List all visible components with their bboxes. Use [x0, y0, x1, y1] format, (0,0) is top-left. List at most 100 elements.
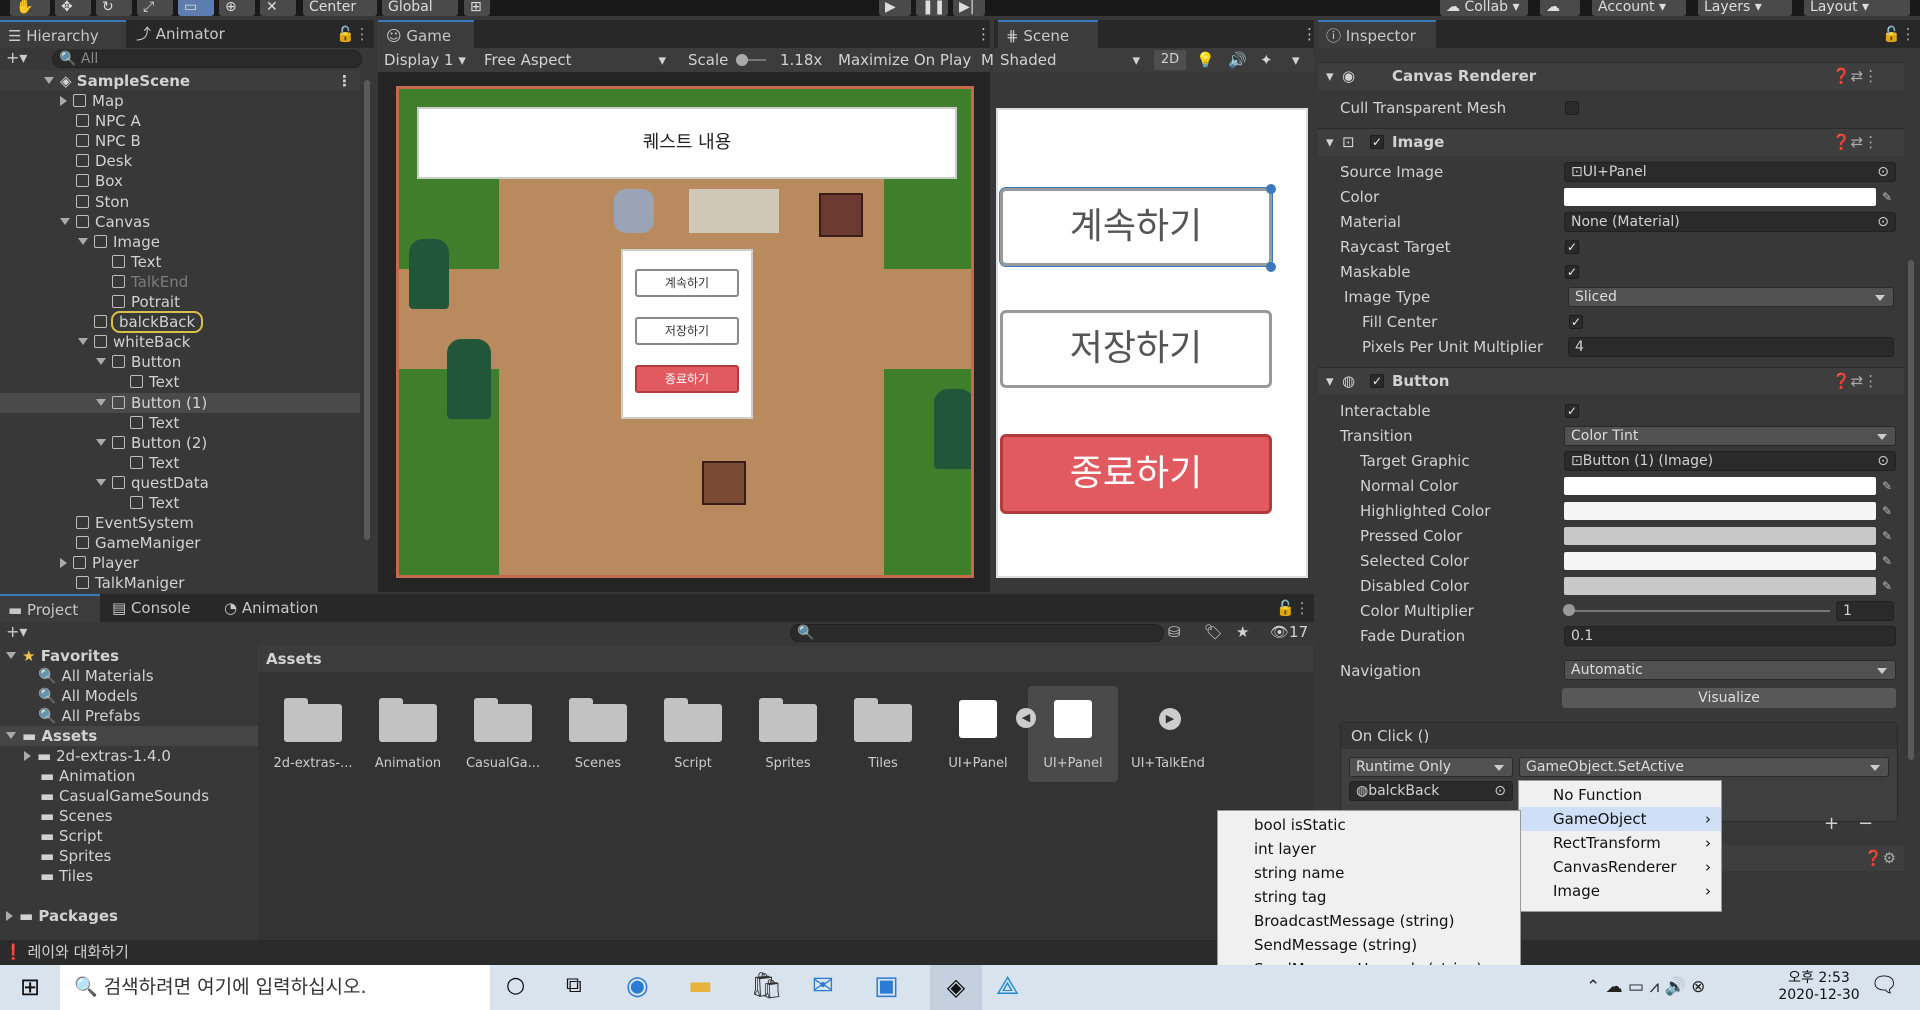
add-object-button[interactable]: +▾ — [6, 48, 36, 68]
function-menu-item[interactable]: string tag — [1218, 885, 1520, 909]
inspector-scrollbar[interactable] — [1908, 260, 1914, 760]
maximize-on-play-toggle[interactable]: Maximize On Play — [838, 50, 971, 70]
canvas-renderer-header[interactable]: ▾ ◉ Canvas Renderer ❓⇄⋮ — [1318, 62, 1904, 90]
cull-checkbox[interactable] — [1565, 101, 1579, 115]
save-button[interactable]: 저장하기 — [635, 317, 739, 345]
step-button[interactable]: ▶| — [953, 0, 985, 16]
effects-icon[interactable]: ✦ — [1260, 50, 1273, 70]
scene-viewport[interactable]: 계속하기 저장하기 종료하기 — [996, 108, 1308, 578]
assets-folder[interactable]: ▬ Assets — [0, 726, 258, 746]
audio-icon[interactable]: 🔊 — [1228, 50, 1247, 70]
type-menu-item[interactable]: GameObject › — [1519, 807, 1721, 831]
tab-hierarchy[interactable]: ☰ Hierarchy — [0, 20, 126, 48]
raycast-checkbox[interactable]: ✓ — [1565, 240, 1579, 254]
hierarchy-item[interactable]: whiteBack — [0, 332, 360, 352]
asset-item[interactable]: ▶ UI+TalkEnd — [1123, 686, 1213, 782]
foldout-arrow-icon[interactable] — [60, 558, 67, 569]
component-help-icon[interactable]: ❓⇄⋮ — [1832, 371, 1878, 391]
tab-animation[interactable]: ◔ Animation — [216, 594, 346, 622]
hierarchy-item[interactable]: TalkManiger — [0, 573, 360, 593]
visualize-button[interactable]: Visualize — [1562, 688, 1896, 708]
asset-item[interactable]: 2d-extras-... — [268, 686, 358, 782]
transition-dropdown[interactable]: Color Tint — [1564, 426, 1896, 446]
function-menu-item[interactable]: SendMessage (string) — [1218, 933, 1520, 957]
favorites-folder[interactable]: ★ Favorites — [6, 646, 119, 666]
rect-tool-icon[interactable]: ▭ — [178, 0, 214, 16]
scene-save-button[interactable]: 저장하기 — [1000, 310, 1272, 388]
eyedropper-icon[interactable]: ✎ — [1882, 555, 1894, 567]
game-viewport[interactable]: 퀘스트 내용 계속하기 저장하기 종료하기 — [396, 86, 974, 578]
eyedropper-icon[interactable]: ✎ — [1882, 530, 1894, 542]
highlighted-color-swatch[interactable] — [1564, 502, 1876, 520]
mute-toggle[interactable]: M — [981, 50, 994, 70]
quit-button[interactable]: 종료하기 — [635, 365, 739, 393]
function-menu-item[interactable]: int layer — [1218, 837, 1520, 861]
project-lock-icon[interactable]: 🔓⋮ — [1268, 594, 1312, 622]
taskbar-search[interactable]: 🔍 검색하려면 여기에 입력하십시오. — [60, 965, 490, 1010]
asset-item[interactable]: UI+Panel — [1028, 686, 1118, 782]
inspector-lock-icon[interactable]: 🔓⋮ — [1874, 20, 1918, 48]
scale-tool-icon[interactable]: ⤢ — [137, 0, 173, 16]
function-menu-item[interactable]: bool isStatic — [1218, 813, 1520, 837]
button-enabled-checkbox[interactable]: ✓ — [1370, 374, 1384, 388]
color-swatch[interactable] — [1564, 188, 1876, 206]
scene-options-icon[interactable]: ▾ — [1292, 50, 1300, 70]
asset-folder-item[interactable]: ▬ Scenes — [40, 806, 113, 826]
asset-item[interactable]: Animation — [363, 686, 453, 782]
pivot-global-button[interactable]: Global — [382, 0, 458, 16]
create-asset-button[interactable]: +▾ — [6, 622, 36, 642]
lock-icon[interactable]: 🔓⋮ — [328, 20, 370, 48]
scene-root[interactable]: ◈ SampleScene ⋮ — [0, 71, 360, 91]
asset-item[interactable]: Sprites — [743, 686, 833, 782]
pause-button[interactable]: ❚❚ — [916, 0, 948, 16]
filter-type-icon[interactable]: ⛁ — [1168, 622, 1181, 642]
function-dropdown[interactable]: GameObject.SetActive — [1519, 757, 1889, 777]
hierarchy-item[interactable]: Text — [0, 413, 360, 433]
unity-icon[interactable]: ◈ — [930, 965, 982, 1010]
photos-icon[interactable]: ▣ — [874, 971, 899, 1001]
asset-folder-item[interactable]: ▬ CasualGameSounds — [40, 786, 209, 806]
favorite-item[interactable]: 🔍 All Models — [38, 686, 138, 706]
hidden-count[interactable]: 👁17 — [1270, 622, 1308, 642]
image-header[interactable]: ▾ ⊡ ✓ Image ❓⇄⋮ — [1318, 128, 1904, 156]
filter-label-icon[interactable]: 🏷 — [1204, 622, 1223, 642]
hierarchy-item[interactable]: questData — [0, 473, 360, 493]
tab-game[interactable]: ☺ Game — [378, 20, 474, 48]
asset-folder-item[interactable]: ▬ Animation — [40, 766, 135, 786]
hierarchy-item[interactable]: Text — [0, 372, 360, 392]
hierarchy-item[interactable]: Potrait — [0, 292, 360, 312]
transform-tool-icon[interactable]: ⊕ — [219, 0, 255, 16]
vscode-icon[interactable]: ⟁ — [996, 971, 1019, 1002]
disabled-color-swatch[interactable] — [1564, 577, 1876, 595]
custom-tool-icon[interactable]: ✕ — [260, 0, 296, 16]
scene-menu-icon[interactable]: ⋮ — [1294, 20, 1317, 48]
scene-continue-button[interactable]: 계속하기 — [1000, 188, 1272, 266]
windows-start-icon[interactable]: ⊞ — [10, 973, 50, 1003]
fade-duration-field[interactable]: 0.1 — [1564, 626, 1896, 646]
type-menu-item[interactable]: No Function — [1519, 783, 1721, 807]
tab-scene[interactable]: ⋕ Scene — [998, 20, 1098, 48]
continue-button[interactable]: 계속하기 — [635, 269, 739, 297]
hierarchy-item[interactable]: Text — [0, 453, 360, 473]
hierarchy-item[interactable]: Ston — [0, 192, 360, 212]
source-image-field[interactable]: ⊡UI+Panel ⊙ — [1564, 162, 1896, 182]
hierarchy-item[interactable]: NPC B — [0, 131, 360, 151]
add-listener-button[interactable]: + — [1824, 814, 1839, 834]
asset-item[interactable]: Tiles — [838, 686, 928, 782]
color-multiplier-field[interactable]: 1 — [1836, 601, 1894, 621]
foldout-arrow-icon[interactable] — [96, 438, 106, 446]
foldout-arrow-icon[interactable] — [96, 358, 106, 366]
foldout-arrow-icon[interactable] — [60, 217, 70, 225]
favorite-star-icon[interactable]: ★ — [1236, 622, 1249, 642]
foldout-arrow-icon[interactable] — [60, 96, 67, 106]
target-object-field[interactable]: ◍balckBack ⊙ — [1349, 781, 1513, 801]
pressed-color-swatch[interactable] — [1564, 527, 1876, 545]
type-menu-item[interactable]: CanvasRenderer › — [1519, 855, 1721, 879]
play-button[interactable]: ▶ — [879, 0, 911, 16]
color-multiplier-handle[interactable] — [1563, 604, 1575, 616]
taskbar-time[interactable]: 오후 2:53 — [1774, 967, 1864, 987]
rect-handle[interactable] — [1266, 262, 1276, 272]
hierarchy-item[interactable]: Image — [0, 232, 360, 252]
display-dropdown[interactable]: Display 1 ▾ — [384, 50, 466, 70]
hierarchy-item[interactable]: Player — [0, 553, 360, 573]
